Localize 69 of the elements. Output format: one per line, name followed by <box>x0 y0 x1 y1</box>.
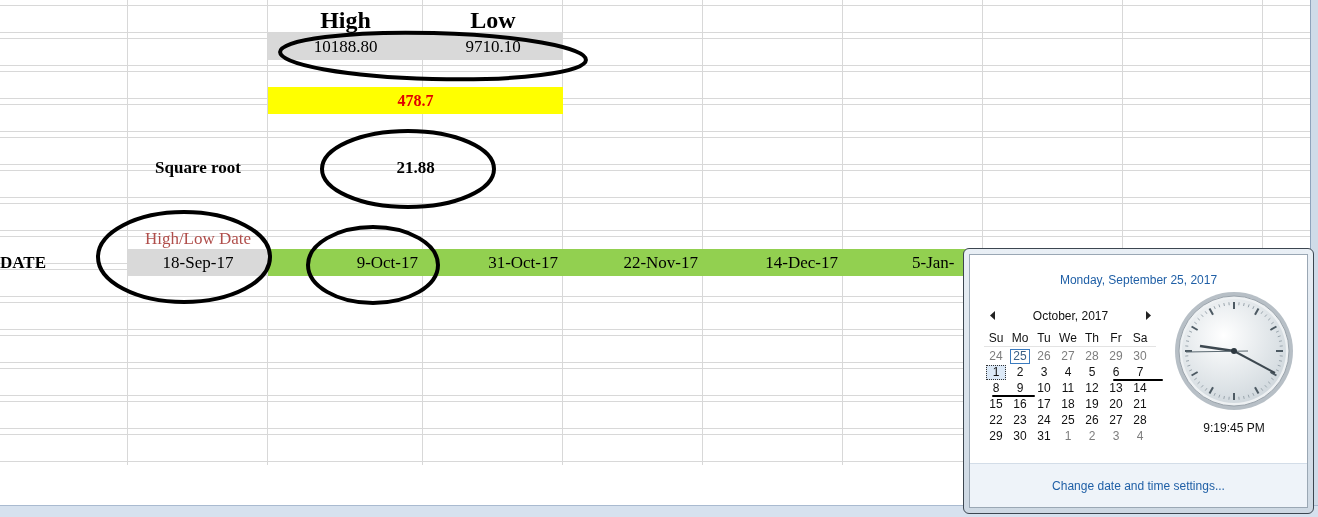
calendar-day[interactable]: 25 <box>1058 413 1078 427</box>
calendar-day[interactable]: 12 <box>1082 381 1102 395</box>
table-cell: 18-Sep-17 <box>128 249 268 276</box>
weekday-label: Tu <box>1036 330 1052 345</box>
calendar-day[interactable]: 1 <box>1058 429 1078 443</box>
column-header: High <box>320 6 371 33</box>
calendar-day[interactable]: 11 <box>1058 381 1078 395</box>
weekday-label: Fr <box>1109 330 1123 345</box>
calendar-day[interactable]: 10 <box>1034 381 1054 395</box>
calendar-day[interactable]: 29 <box>986 429 1006 443</box>
time-label: 9:19:45 PM <box>1203 421 1265 435</box>
calendar-day[interactable]: 2 <box>1010 365 1030 379</box>
calendar-day[interactable]: 28 <box>1130 413 1150 427</box>
weekday-label: Su <box>987 330 1005 345</box>
settings-link[interactable]: Change date and time settings... <box>1052 478 1225 493</box>
table-cell-text: Square root <box>154 157 242 179</box>
calendar-day[interactable]: 13 <box>1106 381 1126 395</box>
calendar-day[interactable]: 30 <box>1010 429 1030 443</box>
table-cell: 9-Oct-17 <box>268 249 423 276</box>
table-cell-text: DATE <box>0 251 47 274</box>
calendar-day[interactable]: 21 <box>1130 397 1150 411</box>
table-cell: 478.7 <box>268 87 563 114</box>
column-header: Low <box>470 6 516 33</box>
left-arrow-icon[interactable] <box>990 311 996 320</box>
calendar-day[interactable]: 22 <box>986 413 1006 427</box>
calendar-day[interactable]: 27 <box>1106 413 1126 427</box>
table-cell-text: High/Low Date <box>143 228 253 249</box>
weekday-label: We <box>1058 330 1078 345</box>
calendar-day[interactable]: 27 <box>1058 349 1078 363</box>
calendar-day[interactable]: 30 <box>1130 349 1150 363</box>
weekday-label: Sa <box>1131 330 1149 345</box>
calendar-day[interactable]: 2 <box>1082 429 1102 443</box>
calendar-day[interactable]: 5 <box>1082 365 1102 379</box>
calendar-day[interactable]: 24 <box>1034 413 1054 427</box>
calendar-day[interactable]: 29 <box>1106 349 1126 363</box>
calendar-day[interactable]: 6 <box>1106 365 1126 379</box>
table-cell: 31-Oct-17 <box>423 249 563 276</box>
marker-stroke <box>1113 379 1163 381</box>
calendar-day[interactable]: 4 <box>1058 365 1078 379</box>
table-cell: 22-Nov-17 <box>563 249 703 276</box>
month-title[interactable]: October, 2017 <box>1032 308 1109 323</box>
calendar-day[interactable]: 24 <box>986 349 1006 363</box>
calendar-day[interactable]: 31 <box>1034 429 1054 443</box>
calendar-day[interactable]: 15 <box>986 397 1006 411</box>
calendar-day[interactable]: 23 <box>1010 413 1030 427</box>
calendar-day[interactable]: 18 <box>1058 397 1078 411</box>
calendar-day[interactable]: 14 <box>1130 381 1150 395</box>
calendar-day[interactable]: 20 <box>1106 397 1126 411</box>
calendar-day[interactable]: 9 <box>1010 381 1030 395</box>
calendar-day[interactable]: 8 <box>986 381 1006 395</box>
calendar-day[interactable]: 3 <box>1106 429 1126 443</box>
calendar-day[interactable]: 1 <box>986 364 1006 380</box>
calendar-day[interactable]: 16 <box>1010 397 1030 411</box>
calendar-day[interactable]: 28 <box>1082 349 1102 363</box>
calendar-day[interactable]: 25 <box>1010 348 1030 364</box>
table-cell: 21.88 <box>396 158 435 178</box>
marker-stroke <box>992 395 1035 397</box>
weekday-label: Mo <box>1010 330 1030 345</box>
calendar-day[interactable]: 19 <box>1082 397 1102 411</box>
date-link[interactable]: Monday, September 25, 2017 <box>1059 273 1218 287</box>
calendar-day[interactable]: 3 <box>1034 365 1054 379</box>
weekday-label: Th <box>1084 330 1100 345</box>
calendar-day[interactable]: 4 <box>1130 429 1150 443</box>
calendar-day[interactable]: 26 <box>1082 413 1102 427</box>
right-arrow-icon[interactable] <box>1145 311 1151 320</box>
calendar-day[interactable]: 7 <box>1130 365 1150 379</box>
table-cell: 14-Dec-17 <box>703 249 843 276</box>
calendar-day[interactable]: 17 <box>1034 397 1054 411</box>
calendar-day[interactable]: 26 <box>1034 349 1054 363</box>
